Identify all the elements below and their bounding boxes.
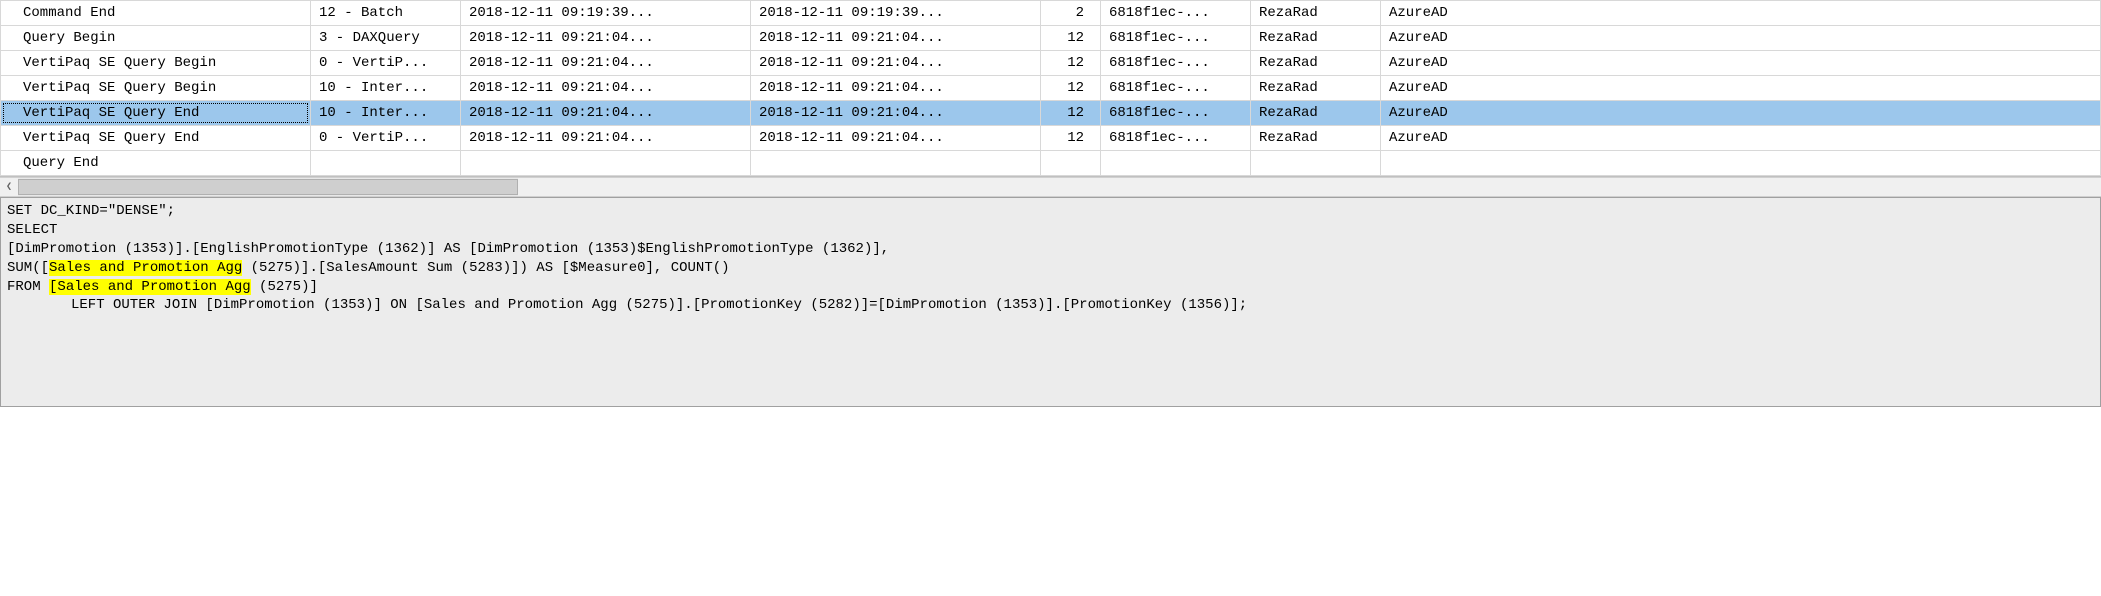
- auth-cell: AzureAD: [1381, 76, 2101, 101]
- table-row[interactable]: VertiPaq SE Query Begin0 - VertiP...2018…: [1, 51, 2101, 76]
- user-cell: RezaRad: [1251, 51, 1381, 76]
- subclass-cell: 12 - Batch: [311, 1, 461, 26]
- start-time-cell: 2018-12-11 09:21:04...: [461, 26, 751, 51]
- guid-cell: 6818f1ec-...: [1101, 51, 1251, 76]
- event-cell: VertiPaq SE Query End: [1, 126, 311, 151]
- user-cell: [1251, 151, 1381, 176]
- sql-line: SUM([: [7, 260, 49, 276]
- guid-cell: [1101, 151, 1251, 176]
- current-time-cell: 2018-12-11 09:21:04...: [751, 26, 1041, 51]
- current-time-cell: 2018-12-11 09:21:04...: [751, 101, 1041, 126]
- current-time-cell: 2018-12-11 09:19:39...: [751, 1, 1041, 26]
- current-time-cell: [751, 151, 1041, 176]
- sql-line: SET DC_KIND="DENSE";: [7, 203, 175, 219]
- guid-cell: 6818f1ec-...: [1101, 126, 1251, 151]
- sql-highlight: Sales and Promotion Agg: [49, 260, 242, 276]
- sql-line: (5275)].[SalesAmount Sum (5283)]) AS [$M…: [242, 260, 729, 276]
- subclass-cell: [311, 151, 461, 176]
- table-row[interactable]: VertiPaq SE Query End0 - VertiP...2018-1…: [1, 126, 2101, 151]
- subclass-cell: 10 - Inter...: [311, 101, 461, 126]
- auth-cell: AzureAD: [1381, 26, 2101, 51]
- subclass-cell: 0 - VertiP...: [311, 51, 461, 76]
- user-cell: RezaRad: [1251, 101, 1381, 126]
- sql-highlight: [Sales and Promotion Agg: [49, 279, 251, 295]
- count-cell: [1041, 151, 1101, 176]
- event-cell: VertiPaq SE Query Begin: [1, 51, 311, 76]
- count-cell: 12: [1041, 126, 1101, 151]
- start-time-cell: 2018-12-11 09:19:39...: [461, 1, 751, 26]
- guid-cell: 6818f1ec-...: [1101, 101, 1251, 126]
- table-row[interactable]: Command End12 - Batch2018-12-11 09:19:39…: [1, 1, 2101, 26]
- subclass-cell: 10 - Inter...: [311, 76, 461, 101]
- sql-line: SELECT: [7, 222, 57, 238]
- guid-cell: 6818f1ec-...: [1101, 76, 1251, 101]
- event-cell: Query Begin: [1, 26, 311, 51]
- subclass-cell: 3 - DAXQuery: [311, 26, 461, 51]
- count-cell: 12: [1041, 76, 1101, 101]
- scroll-thumb[interactable]: [18, 179, 518, 195]
- user-cell: RezaRad: [1251, 1, 1381, 26]
- start-time-cell: 2018-12-11 09:21:04...: [461, 126, 751, 151]
- current-time-cell: 2018-12-11 09:21:04...: [751, 51, 1041, 76]
- guid-cell: 6818f1ec-...: [1101, 26, 1251, 51]
- table-row[interactable]: Query Begin3 - DAXQuery2018-12-11 09:21:…: [1, 26, 2101, 51]
- start-time-cell: 2018-12-11 09:21:04...: [461, 101, 751, 126]
- sql-line: [DimPromotion (1353)].[EnglishPromotionT…: [7, 241, 889, 257]
- count-cell: 2: [1041, 1, 1101, 26]
- sql-line: LEFT OUTER JOIN [DimPromotion (1353)] ON…: [71, 297, 1247, 313]
- subclass-cell: 0 - VertiP...: [311, 126, 461, 151]
- user-cell: RezaRad: [1251, 26, 1381, 51]
- count-cell: 12: [1041, 101, 1101, 126]
- event-cell: VertiPaq SE Query End: [1, 101, 311, 126]
- auth-cell: AzureAD: [1381, 101, 2101, 126]
- events-grid[interactable]: Command End12 - Batch2018-12-11 09:19:39…: [0, 0, 2101, 177]
- guid-cell: 6818f1ec-...: [1101, 1, 1251, 26]
- start-time-cell: 2018-12-11 09:21:04...: [461, 51, 751, 76]
- table-row[interactable]: VertiPaq SE Query Begin10 - Inter...2018…: [1, 76, 2101, 101]
- start-time-cell: [461, 151, 751, 176]
- count-cell: 12: [1041, 51, 1101, 76]
- sql-line: FROM: [7, 279, 49, 295]
- user-cell: RezaRad: [1251, 76, 1381, 101]
- sql-detail-pane[interactable]: SET DC_KIND="DENSE"; SELECT [DimPromotio…: [0, 197, 2101, 407]
- auth-cell: AzureAD: [1381, 1, 2101, 26]
- table-row[interactable]: VertiPaq SE Query End10 - Inter...2018-1…: [1, 101, 2101, 126]
- auth-cell: AzureAD: [1381, 126, 2101, 151]
- event-cell: VertiPaq SE Query Begin: [1, 76, 311, 101]
- user-cell: RezaRad: [1251, 126, 1381, 151]
- current-time-cell: 2018-12-11 09:21:04...: [751, 76, 1041, 101]
- current-time-cell: 2018-12-11 09:21:04...: [751, 126, 1041, 151]
- scroll-track[interactable]: [18, 178, 518, 196]
- event-cell: Command End: [1, 1, 311, 26]
- auth-cell: AzureAD: [1381, 51, 2101, 76]
- scroll-left-arrow[interactable]: ❮: [0, 178, 18, 196]
- table-row[interactable]: Query End: [1, 151, 2101, 176]
- horizontal-scrollbar[interactable]: ❮: [0, 177, 2101, 197]
- auth-cell: [1381, 151, 2101, 176]
- event-cell: Query End: [1, 151, 311, 176]
- count-cell: 12: [1041, 26, 1101, 51]
- sql-line: (5275)]: [251, 279, 318, 295]
- start-time-cell: 2018-12-11 09:21:04...: [461, 76, 751, 101]
